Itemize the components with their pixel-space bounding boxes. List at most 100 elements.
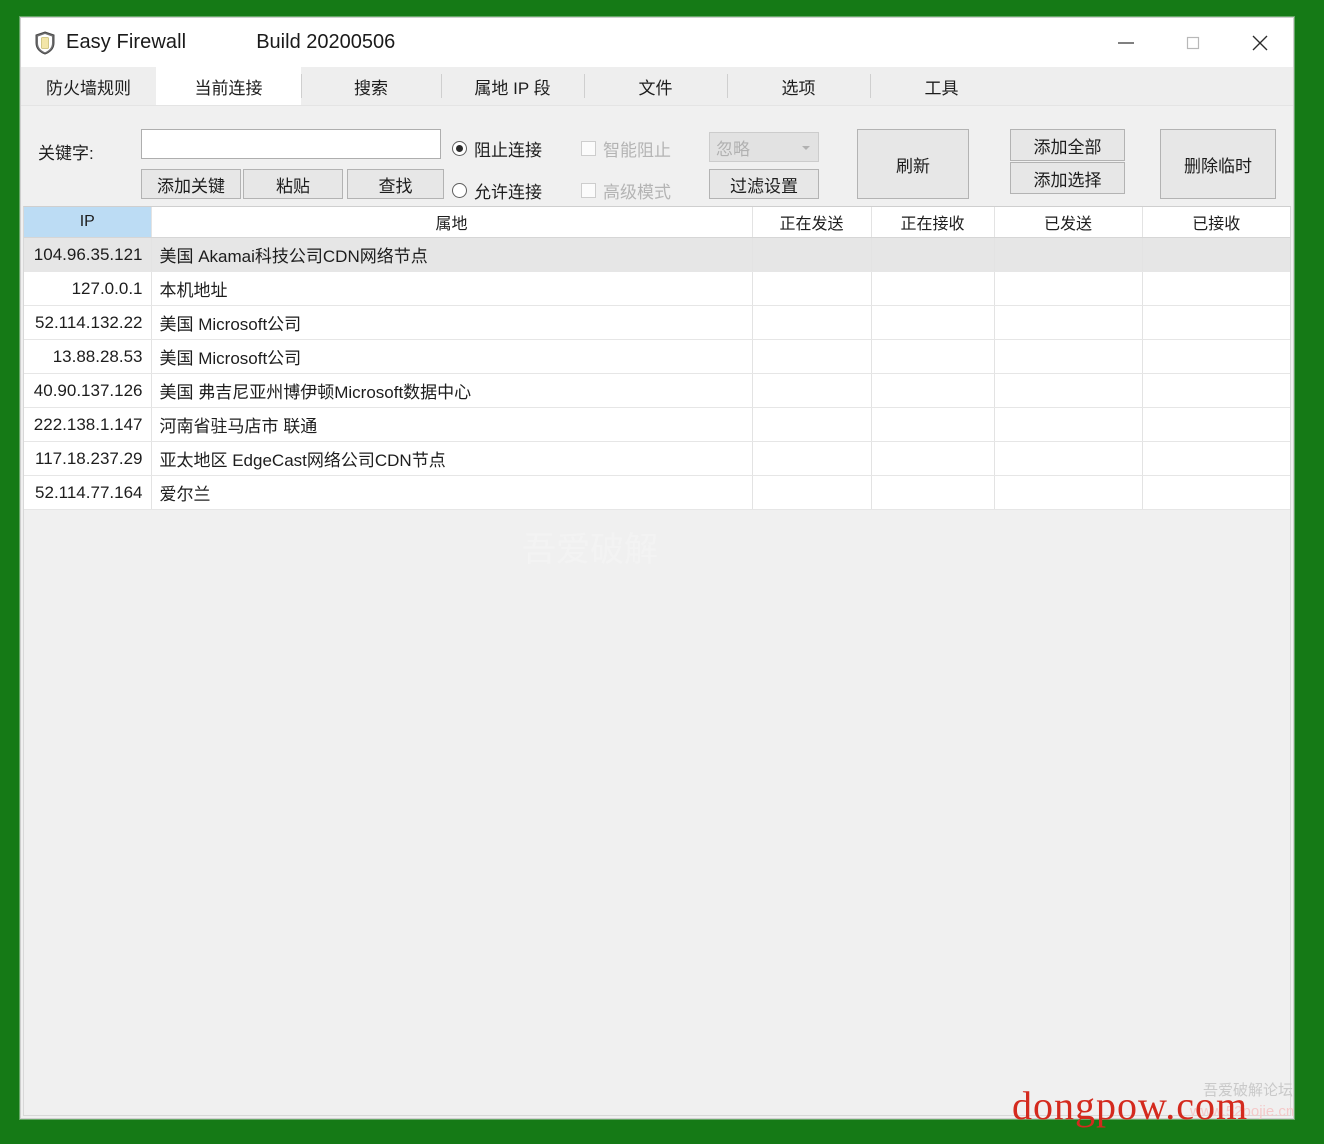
cell-sending — [752, 271, 872, 306]
ghost-watermark-text: 吾爱破解 — [522, 532, 658, 569]
table-row[interactable]: 13.88.28.53 美国 Microsoft公司 — [24, 339, 1290, 374]
column-header-ip[interactable]: IP — [24, 207, 152, 238]
tab-tools[interactable]: 工具 — [870, 67, 1013, 105]
cell-received — [1142, 475, 1290, 510]
dropdown-value: 忽略 — [716, 139, 750, 159]
checkbox-indicator — [581, 183, 596, 198]
add-selected-button[interactable]: 添加选择 — [1010, 162, 1125, 194]
tab-label: 选项 — [781, 78, 816, 98]
tab-options[interactable]: 选项 — [727, 67, 870, 105]
cell-receiving — [871, 373, 995, 408]
table-row[interactable]: 127.0.0.1 本机地址 — [24, 271, 1290, 306]
maximize-icon — [1185, 35, 1201, 51]
cell-receiving — [871, 271, 995, 306]
tab-bar: 防火墙规则 当前连接 搜索 属地 IP 段 文件 选项 工具 — [21, 67, 1293, 106]
tab-current-connections[interactable]: 当前连接 — [156, 67, 301, 105]
checkbox-advanced-mode: 高级模式 — [581, 178, 671, 203]
cell-received — [1142, 237, 1290, 272]
find-button[interactable]: 查找 — [347, 169, 444, 199]
radio-block-connection[interactable]: 阻止连接 — [452, 136, 542, 161]
tab-firewall-rules[interactable]: 防火墙规则 — [21, 67, 156, 105]
tab-ip-ranges[interactable]: 属地 IP 段 — [441, 67, 584, 105]
close-button[interactable] — [1226, 18, 1293, 67]
cell-sent — [994, 373, 1143, 408]
cell-received — [1142, 305, 1290, 340]
radio-allow-connection[interactable]: 允许连接 — [452, 178, 542, 203]
minimize-button[interactable] — [1092, 18, 1159, 67]
cell-ip: 104.96.35.121 — [24, 237, 152, 272]
button-label: 删除临时 — [1184, 156, 1252, 176]
radio-label: 允许连接 — [474, 183, 542, 202]
cell-location: 河南省驻马店市 联通 — [151, 407, 753, 442]
cell-ip: 127.0.0.1 — [24, 271, 152, 306]
cell-sending — [752, 305, 872, 340]
column-header-sent[interactable]: 已发送 — [994, 207, 1143, 238]
connections-table-container[interactable]: IP 属地 正在发送 正在接收 已发送 已接收 104.96.35.121 美国… — [23, 206, 1291, 1116]
cell-receiving — [871, 237, 995, 272]
cell-location: 美国 Microsoft公司 — [151, 339, 753, 374]
cell-sent — [994, 407, 1143, 442]
title-bar: Easy Firewall Build 20200506 — [21, 18, 1293, 67]
keyword-label: 关键字: — [38, 144, 94, 163]
column-header-sending[interactable]: 正在发送 — [752, 207, 872, 238]
cell-receiving — [871, 407, 995, 442]
keyword-input[interactable] — [141, 129, 441, 159]
column-header-location[interactable]: 属地 — [151, 207, 753, 238]
checkbox-label: 智能阻止 — [603, 141, 671, 160]
button-label: 过滤设置 — [730, 176, 798, 196]
cell-ip: 222.138.1.147 — [24, 407, 152, 442]
column-header-receiving[interactable]: 正在接收 — [871, 207, 995, 238]
cell-sent — [994, 441, 1143, 476]
cell-sent — [994, 237, 1143, 272]
cell-location: 亚太地区 EdgeCast网络公司CDN节点 — [151, 441, 753, 476]
table-header: IP 属地 正在发送 正在接收 已发送 已接收 — [24, 207, 1290, 238]
tab-label: 搜索 — [354, 78, 388, 98]
table-header-row: IP 属地 正在发送 正在接收 已发送 已接收 — [24, 207, 1290, 238]
cell-sending — [752, 475, 872, 510]
table-row[interactable]: 222.138.1.147 河南省驻马店市 联通 — [24, 407, 1290, 442]
cell-receiving — [871, 441, 995, 476]
cell-location: 美国 弗吉尼亚州博伊顿Microsoft数据中心 — [151, 373, 753, 408]
cell-sending — [752, 339, 872, 374]
table-row[interactable]: 52.114.77.164 爱尔兰 — [24, 475, 1290, 510]
cell-sending — [752, 441, 872, 476]
table-row[interactable]: 52.114.132.22 美国 Microsoft公司 — [24, 305, 1290, 340]
chevron-down-icon — [802, 146, 810, 150]
radio-label: 阻止连接 — [474, 141, 542, 160]
cell-location: 本机地址 — [151, 271, 753, 306]
cell-received — [1142, 441, 1290, 476]
cell-receiving — [871, 339, 995, 374]
connections-table: IP 属地 正在发送 正在接收 已发送 已接收 104.96.35.121 美国… — [24, 207, 1290, 510]
table-row[interactable]: 104.96.35.121 美国 Akamai科技公司CDN网络节点 — [24, 237, 1290, 272]
table-empty-area: 吾爱破解 — [24, 510, 1290, 1115]
paste-button[interactable]: 粘贴 — [243, 169, 343, 199]
cell-sending — [752, 373, 872, 408]
cell-received — [1142, 271, 1290, 306]
add-keyword-button[interactable]: 添加关键 — [141, 169, 241, 199]
maximize-button[interactable] — [1159, 18, 1226, 67]
tab-label: 工具 — [924, 78, 959, 98]
table-row[interactable]: 117.18.237.29 亚太地区 EdgeCast网络公司CDN节点 — [24, 441, 1290, 476]
cell-location: 爱尔兰 — [151, 475, 753, 510]
table-row[interactable]: 40.90.137.126 美国 弗吉尼亚州博伊顿Microsoft数据中心 — [24, 373, 1290, 408]
ignore-dropdown: 忽略 — [709, 132, 819, 162]
button-label: 添加关键 — [157, 176, 225, 196]
cell-ip: 13.88.28.53 — [24, 339, 152, 374]
radio-indicator — [452, 141, 467, 156]
shield-icon — [34, 30, 56, 55]
column-header-received[interactable]: 已接收 — [1142, 207, 1290, 238]
tab-file[interactable]: 文件 — [584, 67, 727, 105]
cell-received — [1142, 373, 1290, 408]
tab-search[interactable]: 搜索 — [301, 67, 441, 105]
filter-settings-button[interactable]: 过滤设置 — [709, 169, 819, 199]
button-label: 查找 — [378, 176, 413, 196]
tab-label: 属地 IP 段 — [474, 78, 551, 98]
button-label: 粘贴 — [276, 176, 310, 196]
refresh-button[interactable]: 刷新 — [857, 129, 969, 199]
tab-label: 文件 — [638, 78, 673, 98]
delete-temporary-button[interactable]: 删除临时 — [1160, 129, 1276, 199]
button-label: 添加选择 — [1033, 170, 1102, 190]
cell-sending — [752, 407, 872, 442]
checkbox-indicator — [581, 141, 596, 156]
add-all-button[interactable]: 添加全部 — [1010, 129, 1125, 161]
